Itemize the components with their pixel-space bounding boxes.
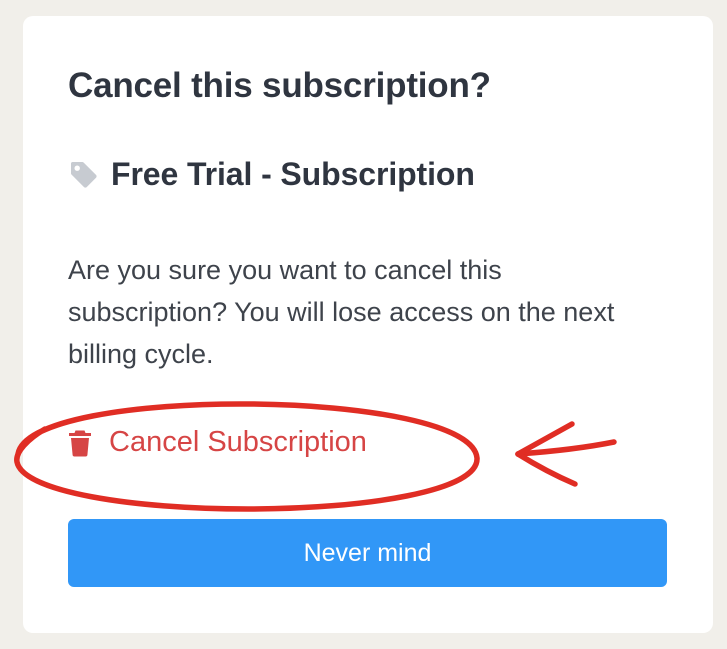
cancel-subscription-label: Cancel Subscription [109,426,367,458]
trash-icon [68,429,92,457]
cancel-subscription-button[interactable]: Cancel Subscription [68,426,367,459]
tag-icon [68,159,99,190]
dialog-title: Cancel this subscription? [68,66,491,105]
cancel-subscription-dialog: Cancel this subscription? Free Trial - S… [23,16,713,633]
plan-name: Free Trial - Subscription [111,156,475,192]
confirmation-message: Are you sure you want to cancel this sub… [68,255,615,369]
subscription-plan: Free Trial - Subscription [68,156,475,193]
never-mind-button[interactable]: Never mind [68,519,667,587]
